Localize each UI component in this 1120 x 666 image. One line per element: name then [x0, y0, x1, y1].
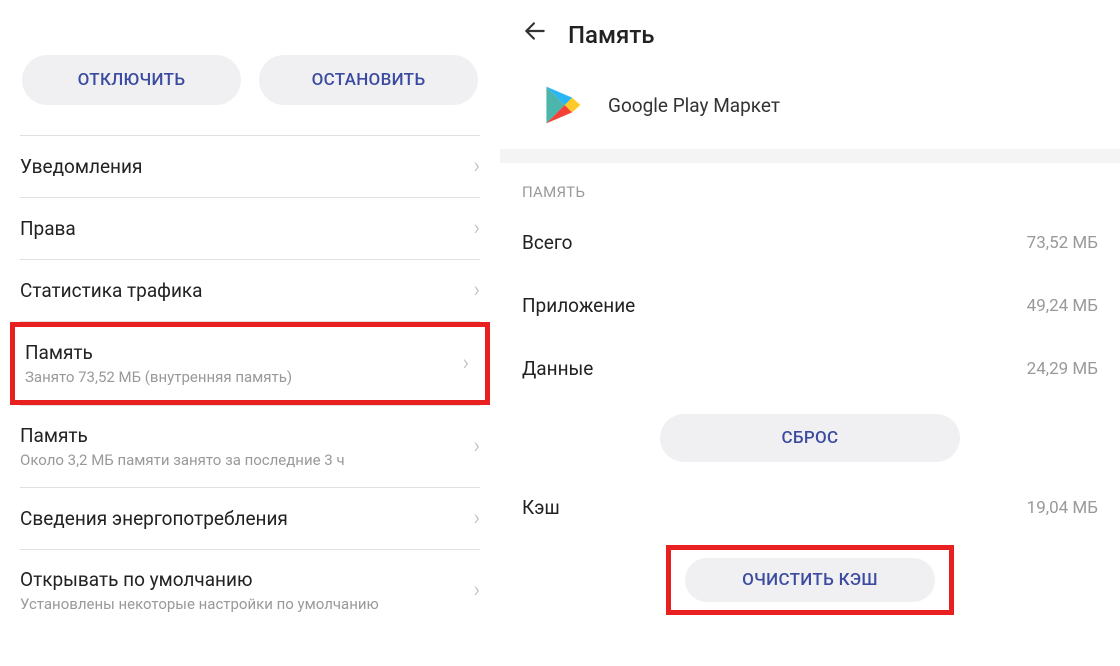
row-value: 73,52 МБ: [1027, 233, 1098, 253]
chevron-right-icon: ›: [473, 434, 480, 459]
cache-row: Кэш 19,04 МБ: [500, 476, 1120, 539]
app-info-panel: ОТКЛЮЧИТЬ ОСТАНОВИТЬ Уведомления › Права…: [0, 0, 500, 666]
chevron-right-icon: ›: [462, 351, 469, 376]
item-title: Открывать по умолчанию: [20, 568, 473, 591]
clear-cache-button[interactable]: ОЧИСТИТЬ КЭШ: [685, 558, 935, 602]
row-label: Кэш: [522, 496, 560, 519]
item-title: Права: [20, 217, 473, 240]
item-title: Статистика трафика: [20, 279, 473, 302]
storage-detail-panel: Память Google Play Маркет ПАМЯТЬ Всего 7…: [500, 0, 1120, 666]
item-title: Уведомления: [20, 155, 473, 178]
notifications-item[interactable]: Уведомления ›: [0, 136, 500, 197]
item-subtitle: Около 3,2 МБ памяти занято за последние …: [20, 451, 473, 469]
row-label: Данные: [522, 357, 593, 380]
permissions-item[interactable]: Права ›: [0, 198, 500, 259]
app-row: Приложение 49,24 МБ: [500, 274, 1120, 337]
google-play-icon: [540, 83, 584, 127]
reset-wrap: СБРОС: [500, 400, 1120, 476]
memory-item[interactable]: Память Около 3,2 МБ памяти занято за пос…: [0, 406, 500, 487]
clear-cache-wrap: ОЧИСТИТЬ КЭШ: [500, 539, 1120, 621]
clear-cache-highlight: ОЧИСТИТЬ КЭШ: [666, 545, 954, 615]
traffic-stats-item[interactable]: Статистика трафика ›: [0, 260, 500, 321]
section-header: ПАМЯТЬ: [500, 163, 1120, 211]
header: Память: [500, 0, 1120, 65]
app-header: Google Play Маркет: [500, 65, 1120, 149]
chevron-right-icon: ›: [473, 506, 480, 531]
open-by-default-item[interactable]: Открывать по умолчанию Установлены некот…: [0, 550, 500, 631]
chevron-right-icon: ›: [473, 578, 480, 603]
page-title: Память: [568, 21, 654, 49]
data-row: Данные 24,29 МБ: [500, 337, 1120, 400]
back-arrow-icon[interactable]: [522, 18, 548, 51]
storage-highlight: Память Занято 73,52 МБ (внутренняя памят…: [10, 322, 490, 405]
item-subtitle: Занято 73,52 МБ (внутренняя память): [25, 368, 462, 386]
row-value: 19,04 МБ: [1027, 498, 1098, 518]
item-title: Память: [25, 341, 462, 364]
disable-button[interactable]: ОТКЛЮЧИТЬ: [22, 55, 241, 105]
storage-item[interactable]: Память Занято 73,52 МБ (внутренняя памят…: [15, 327, 485, 400]
total-row: Всего 73,52 МБ: [500, 211, 1120, 274]
stop-button[interactable]: ОСТАНОВИТЬ: [259, 55, 478, 105]
chevron-right-icon: ›: [473, 278, 480, 303]
row-label: Всего: [522, 231, 573, 254]
row-value: 24,29 МБ: [1027, 359, 1098, 379]
reset-button[interactable]: СБРОС: [660, 414, 960, 462]
divider-strip: [500, 149, 1120, 163]
app-name: Google Play Маркет: [608, 94, 780, 117]
chevron-right-icon: ›: [473, 154, 480, 179]
row-value: 49,24 МБ: [1027, 296, 1098, 316]
action-buttons: ОТКЛЮЧИТЬ ОСТАНОВИТЬ: [0, 0, 500, 135]
power-usage-item[interactable]: Сведения энергопотребления ›: [0, 488, 500, 549]
item-subtitle: Установлены некоторые настройки по умолч…: [20, 595, 473, 613]
row-label: Приложение: [522, 294, 635, 317]
chevron-right-icon: ›: [473, 216, 480, 241]
item-title: Память: [20, 424, 473, 447]
item-title: Сведения энергопотребления: [20, 507, 473, 530]
